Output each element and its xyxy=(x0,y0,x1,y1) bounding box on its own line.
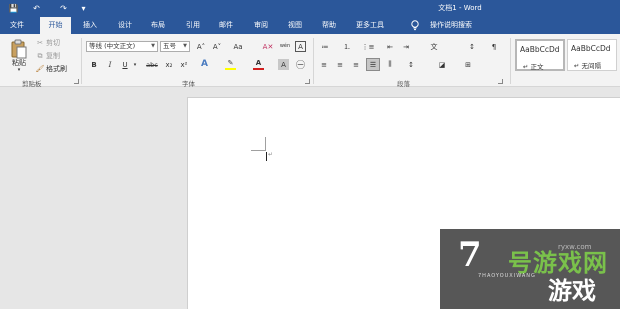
line-spacing-icon[interactable]: ↕ xyxy=(405,59,417,70)
subscript-button[interactable]: x₂ xyxy=(163,59,175,70)
site-watermark: 7 号游戏网 ryxw.com 7HAOYOUXIWANG 游戏 xyxy=(440,229,620,309)
tab-view[interactable]: 视图 xyxy=(282,17,308,34)
title-bar: 💾 ↶ ↷ ▾ 文档1 - Word xyxy=(0,0,620,17)
cut-icon[interactable]: ✂ xyxy=(35,38,45,48)
distributed-icon[interactable]: ⫼ xyxy=(384,59,396,70)
paragraph-dialog-launcher-icon[interactable] xyxy=(498,79,503,84)
style-name: ↵ 正文 xyxy=(523,63,544,71)
watermark-seven: 7 xyxy=(458,235,482,275)
shrink-font-icon[interactable]: A˅ xyxy=(211,41,223,52)
font-color-bar xyxy=(253,68,264,70)
decrease-indent-icon[interactable]: ⇤ xyxy=(384,41,396,52)
character-border-icon[interactable]: A xyxy=(295,41,306,52)
paste-icon[interactable] xyxy=(10,39,28,59)
tab-help[interactable]: 帮助 xyxy=(316,17,342,34)
tell-me-search[interactable]: 操作说明搜索 xyxy=(423,17,479,34)
bold-button[interactable]: B xyxy=(89,59,99,70)
tab-mailings[interactable]: 邮件 xyxy=(213,17,239,34)
style-name: ↵ 无间隔 xyxy=(574,62,602,70)
lightbulb-icon xyxy=(411,20,419,31)
group-separator xyxy=(313,38,314,84)
highlight-color-bar xyxy=(225,68,236,70)
numbering-icon[interactable]: ⒈ xyxy=(340,41,354,52)
group-separator xyxy=(510,38,511,84)
borders-icon[interactable]: ⊞ xyxy=(462,59,474,70)
window-title: 文档1 - Word xyxy=(438,4,482,12)
shading-icon[interactable]: ◪ xyxy=(436,59,448,70)
show-hide-marks-icon[interactable]: ¶ xyxy=(488,41,500,52)
paragraph-mark: ↵ xyxy=(268,151,274,158)
font-color-icon[interactable]: A xyxy=(252,57,265,68)
chevron-down-icon: ▼ xyxy=(183,43,187,49)
chevron-down-icon: ▼ xyxy=(151,43,155,49)
justify-icon[interactable]: ☰ xyxy=(366,58,380,71)
style-no-spacing[interactable]: AaBbCcDd ↵ 无间隔 xyxy=(567,39,617,71)
text-effects-icon[interactable]: A xyxy=(198,57,211,70)
format-painter-button[interactable]: 格式刷 xyxy=(46,64,72,74)
ribbon-tabs: 文件 开始 插入 设计 布局 引用 邮件 审阅 视图 帮助 更多工具 操作说明搜… xyxy=(0,17,620,34)
font-size-select[interactable]: 五号 ▼ xyxy=(160,41,190,52)
grow-font-icon[interactable]: A˄ xyxy=(195,41,207,52)
tab-design[interactable]: 设计 xyxy=(112,17,138,34)
font-group-label: 字体 xyxy=(182,80,195,88)
tab-insert[interactable]: 插入 xyxy=(77,17,103,34)
paste-button[interactable]: 粘贴 xyxy=(9,58,29,67)
clear-formatting-icon[interactable]: A✕ xyxy=(262,41,274,52)
align-left-icon[interactable]: ≡ xyxy=(318,59,330,70)
watermark-url: ryxw.com xyxy=(558,243,592,251)
style-preview: AaBbCcDd xyxy=(571,44,611,53)
change-case-icon[interactable]: Aa xyxy=(230,41,246,52)
strikethrough-button[interactable]: abc xyxy=(144,59,160,70)
corner-crop-mark xyxy=(251,150,266,151)
style-preview: AaBbCcDd xyxy=(520,45,560,54)
paste-dropdown-chevron-icon[interactable]: ▾ xyxy=(14,67,24,73)
clipboard-group-label: 剪贴板 xyxy=(22,80,42,88)
multilevel-list-icon[interactable]: ⋮≡ xyxy=(360,41,376,52)
underline-dropdown-chevron-icon[interactable]: ▾ xyxy=(131,59,139,70)
copy-button[interactable]: 复制 xyxy=(46,51,64,61)
align-center-icon[interactable]: ≡ xyxy=(334,59,346,70)
increase-indent-icon[interactable]: ⇥ xyxy=(400,41,412,52)
tab-more-tools[interactable]: 更多工具 xyxy=(350,17,390,34)
tab-layout[interactable]: 布局 xyxy=(145,17,171,34)
character-shading-icon[interactable]: A xyxy=(278,59,289,70)
font-name-select[interactable]: 等线 (中文正文) ▼ xyxy=(86,41,158,52)
tab-home[interactable]: 开始 xyxy=(40,17,71,34)
paragraph-group-label: 段落 xyxy=(397,80,410,88)
format-painter-icon[interactable]: 🖌 xyxy=(35,64,45,74)
underline-button[interactable]: U xyxy=(120,59,130,70)
copy-icon[interactable]: ⧉ xyxy=(35,51,45,61)
watermark-game: 游戏 xyxy=(548,277,596,305)
font-dialog-launcher-icon[interactable] xyxy=(305,79,310,84)
tab-references[interactable]: 引用 xyxy=(180,17,206,34)
align-right-icon[interactable]: ≡ xyxy=(350,59,362,70)
text-cursor xyxy=(266,152,267,161)
superscript-button[interactable]: x² xyxy=(178,59,190,70)
ribbon-home: 粘贴 ▾ ✂ 剪切 ⧉ 复制 🖌 格式刷 剪贴板 等线 (中文正文) ▼ 五号 ▼ … xyxy=(0,34,620,88)
cut-button[interactable]: 剪切 xyxy=(46,38,64,48)
corner-crop-mark xyxy=(265,137,266,151)
enclose-characters-icon[interactable]: ㊀ xyxy=(294,58,307,71)
phonetic-guide-icon[interactable]: wén xyxy=(278,39,292,52)
italic-button[interactable]: I xyxy=(105,59,115,70)
chinese-layout-icon[interactable]: 文 xyxy=(427,41,441,52)
group-separator xyxy=(81,38,82,84)
style-normal[interactable]: AaBbCcDd ↵ 正文 xyxy=(515,39,565,71)
tab-review[interactable]: 审阅 xyxy=(248,17,274,34)
tab-file[interactable]: 文件 xyxy=(4,17,30,34)
highlight-icon[interactable]: ✎ xyxy=(224,57,237,68)
clipboard-dialog-launcher-icon[interactable] xyxy=(74,79,79,84)
bullets-icon[interactable]: ≔ xyxy=(318,41,332,52)
watermark-pinyin: 7HAOYOUXIWANG xyxy=(478,273,536,279)
sort-icon[interactable]: ↕ xyxy=(466,41,478,52)
